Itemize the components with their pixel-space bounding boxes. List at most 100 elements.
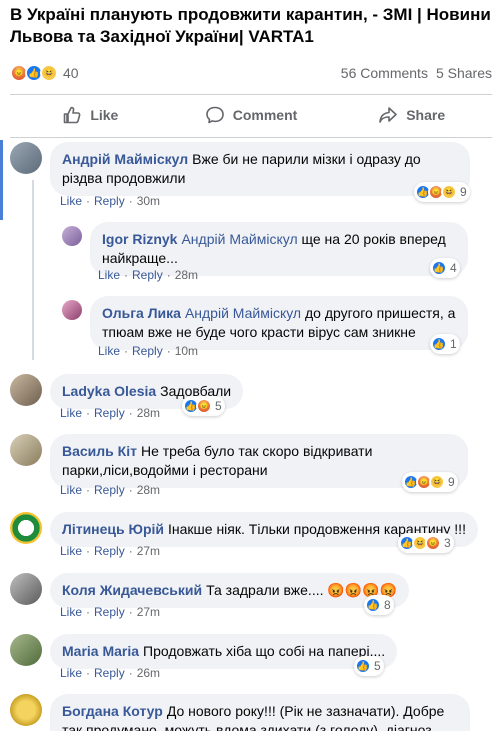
like-reaction-icon: 👍 [431, 260, 447, 276]
action-bar: Like Comment Share [10, 97, 492, 133]
comment-reactions[interactable]: 👍 8 [364, 595, 394, 615]
comment-bubble: Коля Жидачевський Та задрали вже.... 😡😡😡😡 [50, 573, 410, 608]
comment-bubble: Богдана Котур До нового року!!! (Рік не з… [50, 694, 470, 731]
like-button[interactable]: Like [10, 97, 171, 133]
avatar[interactable] [10, 512, 42, 544]
comment-time[interactable]: 10m [175, 344, 198, 358]
like-link[interactable]: Like [60, 194, 82, 208]
comment-author[interactable]: Коля Жидачевський [62, 582, 202, 598]
comment-author[interactable]: Літинець Юрій [62, 521, 164, 537]
comment-bubble: Maria Maria Продовжать хіба що собі на па… [50, 634, 398, 669]
reaction-count: 5 [374, 659, 381, 673]
haha-reaction-icon: 😆 [441, 184, 457, 200]
highlight-bar [0, 140, 3, 220]
comment-item: Літинець Юрій Інакше ніяк. Тільки продовж… [10, 512, 490, 560]
reaction-count: 9 [448, 475, 455, 489]
avatar[interactable] [10, 694, 42, 726]
reply-link[interactable]: Reply [94, 666, 125, 680]
avatar[interactable] [10, 573, 42, 605]
comment-item: Коля Жидачевський Та задрали вже.... 😡😡😡😡… [10, 573, 490, 621]
haha-reaction-icon: 😆 [429, 474, 445, 490]
angry-reaction-icon: 😠 [425, 535, 441, 551]
like-label: Like [90, 107, 119, 123]
like-reaction-icon: 👍 [431, 336, 447, 352]
mention-link[interactable]: Андрій Маймiскул [181, 231, 297, 247]
avatar[interactable] [10, 374, 42, 406]
reply-link[interactable]: Reply [94, 194, 125, 208]
reaction-icons[interactable]: 😠 👍 😆 [10, 64, 58, 82]
comments-count-link[interactable]: 56 Comments [341, 65, 428, 81]
comment-time[interactable]: 27m [137, 544, 160, 558]
like-link[interactable]: Like [60, 544, 82, 558]
reply-link[interactable]: Reply [94, 544, 125, 558]
like-link[interactable]: Like [98, 268, 120, 282]
like-link[interactable]: Like [60, 605, 82, 619]
comment-text: Та задрали вже.... [206, 582, 324, 598]
like-link[interactable]: Like [60, 406, 82, 420]
comment-time[interactable]: 27m [137, 605, 160, 619]
share-icon [379, 107, 398, 123]
reply-item: Ольга Лика Андрій Маймiскул до другого пр… [62, 296, 482, 362]
avatar[interactable] [10, 434, 42, 466]
comment-item: Богдана Котур До нового року!!! (Рік не з… [10, 694, 490, 731]
comment-item: Maria Maria Продовжать хіба що собі на па… [10, 634, 490, 682]
reply-link[interactable]: Reply [94, 483, 125, 497]
like-link[interactable]: Like [98, 344, 120, 358]
reaction-count: 1 [450, 337, 457, 351]
comment-meta: Like · Reply · 26m [60, 666, 161, 680]
reaction-count: 5 [215, 399, 222, 413]
angry-reaction-icon: 😠 [196, 398, 212, 414]
comment-meta: Like · Reply · 10m [98, 344, 199, 358]
divider [10, 94, 492, 95]
comment-reactions[interactable]: 👍 1 [430, 334, 460, 354]
avatar[interactable] [10, 634, 42, 666]
comment-author[interactable]: Василь Кіт [62, 443, 137, 459]
reaction-count: 9 [460, 185, 467, 199]
comment-reactions[interactable]: 👍 4 [430, 258, 460, 278]
mention-link[interactable]: Андрій Маймiскул [185, 305, 301, 321]
divider [10, 137, 492, 138]
comment-meta: Like · Reply · 28m [98, 268, 199, 282]
comment-author[interactable]: Ladyka Olesia [62, 383, 156, 399]
reactions-summary: 😠 👍 😆 40 56 Comments 5 Shares [10, 58, 492, 88]
comment-meta: Like · Reply · 28m [60, 406, 161, 420]
comment-author[interactable]: Ольга Лика [102, 305, 181, 321]
comment-author[interactable]: Андрій Маймiскул [62, 151, 188, 167]
comment-reactions[interactable]: 👍 😠 😆 9 [414, 182, 470, 202]
comment-time[interactable]: 28m [137, 483, 160, 497]
reply-item: Igor Riznyk Андрій Маймiскул ще на 20 рок… [62, 222, 482, 284]
like-link[interactable]: Like [60, 483, 82, 497]
post-title[interactable]: В Україні планують продовжити карантин, … [10, 4, 498, 48]
comment-reactions[interactable]: 👍 😆 😠 3 [398, 533, 454, 553]
comment-author[interactable]: Богдана Котур [62, 703, 163, 719]
comment-time[interactable]: 26m [137, 666, 160, 680]
share-label: Share [406, 107, 446, 123]
comment-meta: Like · Reply · 28m [60, 483, 161, 497]
avatar[interactable] [62, 300, 82, 320]
reaction-count: 3 [444, 536, 451, 550]
share-button[interactable]: Share [331, 97, 492, 133]
reply-link[interactable]: Reply [132, 344, 163, 358]
shares-count-link[interactable]: 5 Shares [436, 65, 492, 81]
comment-time[interactable]: 30m [137, 194, 160, 208]
avatar[interactable] [10, 142, 42, 174]
comment-author[interactable]: Igor Riznyk [102, 231, 177, 247]
comment-time[interactable]: 28m [175, 268, 198, 282]
reaction-count: 8 [384, 598, 391, 612]
reaction-count: 4 [450, 261, 457, 275]
comment-reactions[interactable]: 👍 😠 5 [182, 396, 225, 416]
comment-item: Ladyka Olesia Задовбали Like · Reply · 28m … [10, 374, 490, 422]
comment-icon [205, 106, 224, 124]
comment-reactions[interactable]: 👍 5 [354, 656, 384, 676]
comment-button[interactable]: Comment [171, 97, 332, 133]
comment-time[interactable]: 28m [137, 406, 160, 420]
reaction-count[interactable]: 40 [63, 65, 79, 81]
reply-link[interactable]: Reply [94, 605, 125, 619]
comment-reactions[interactable]: 👍 😠 😆 9 [402, 472, 458, 492]
reply-link[interactable]: Reply [132, 268, 163, 282]
like-link[interactable]: Like [60, 666, 82, 680]
comment-author[interactable]: Maria Maria [62, 643, 139, 659]
reply-link[interactable]: Reply [94, 406, 125, 420]
avatar[interactable] [62, 226, 82, 246]
comment-label: Comment [232, 107, 298, 123]
